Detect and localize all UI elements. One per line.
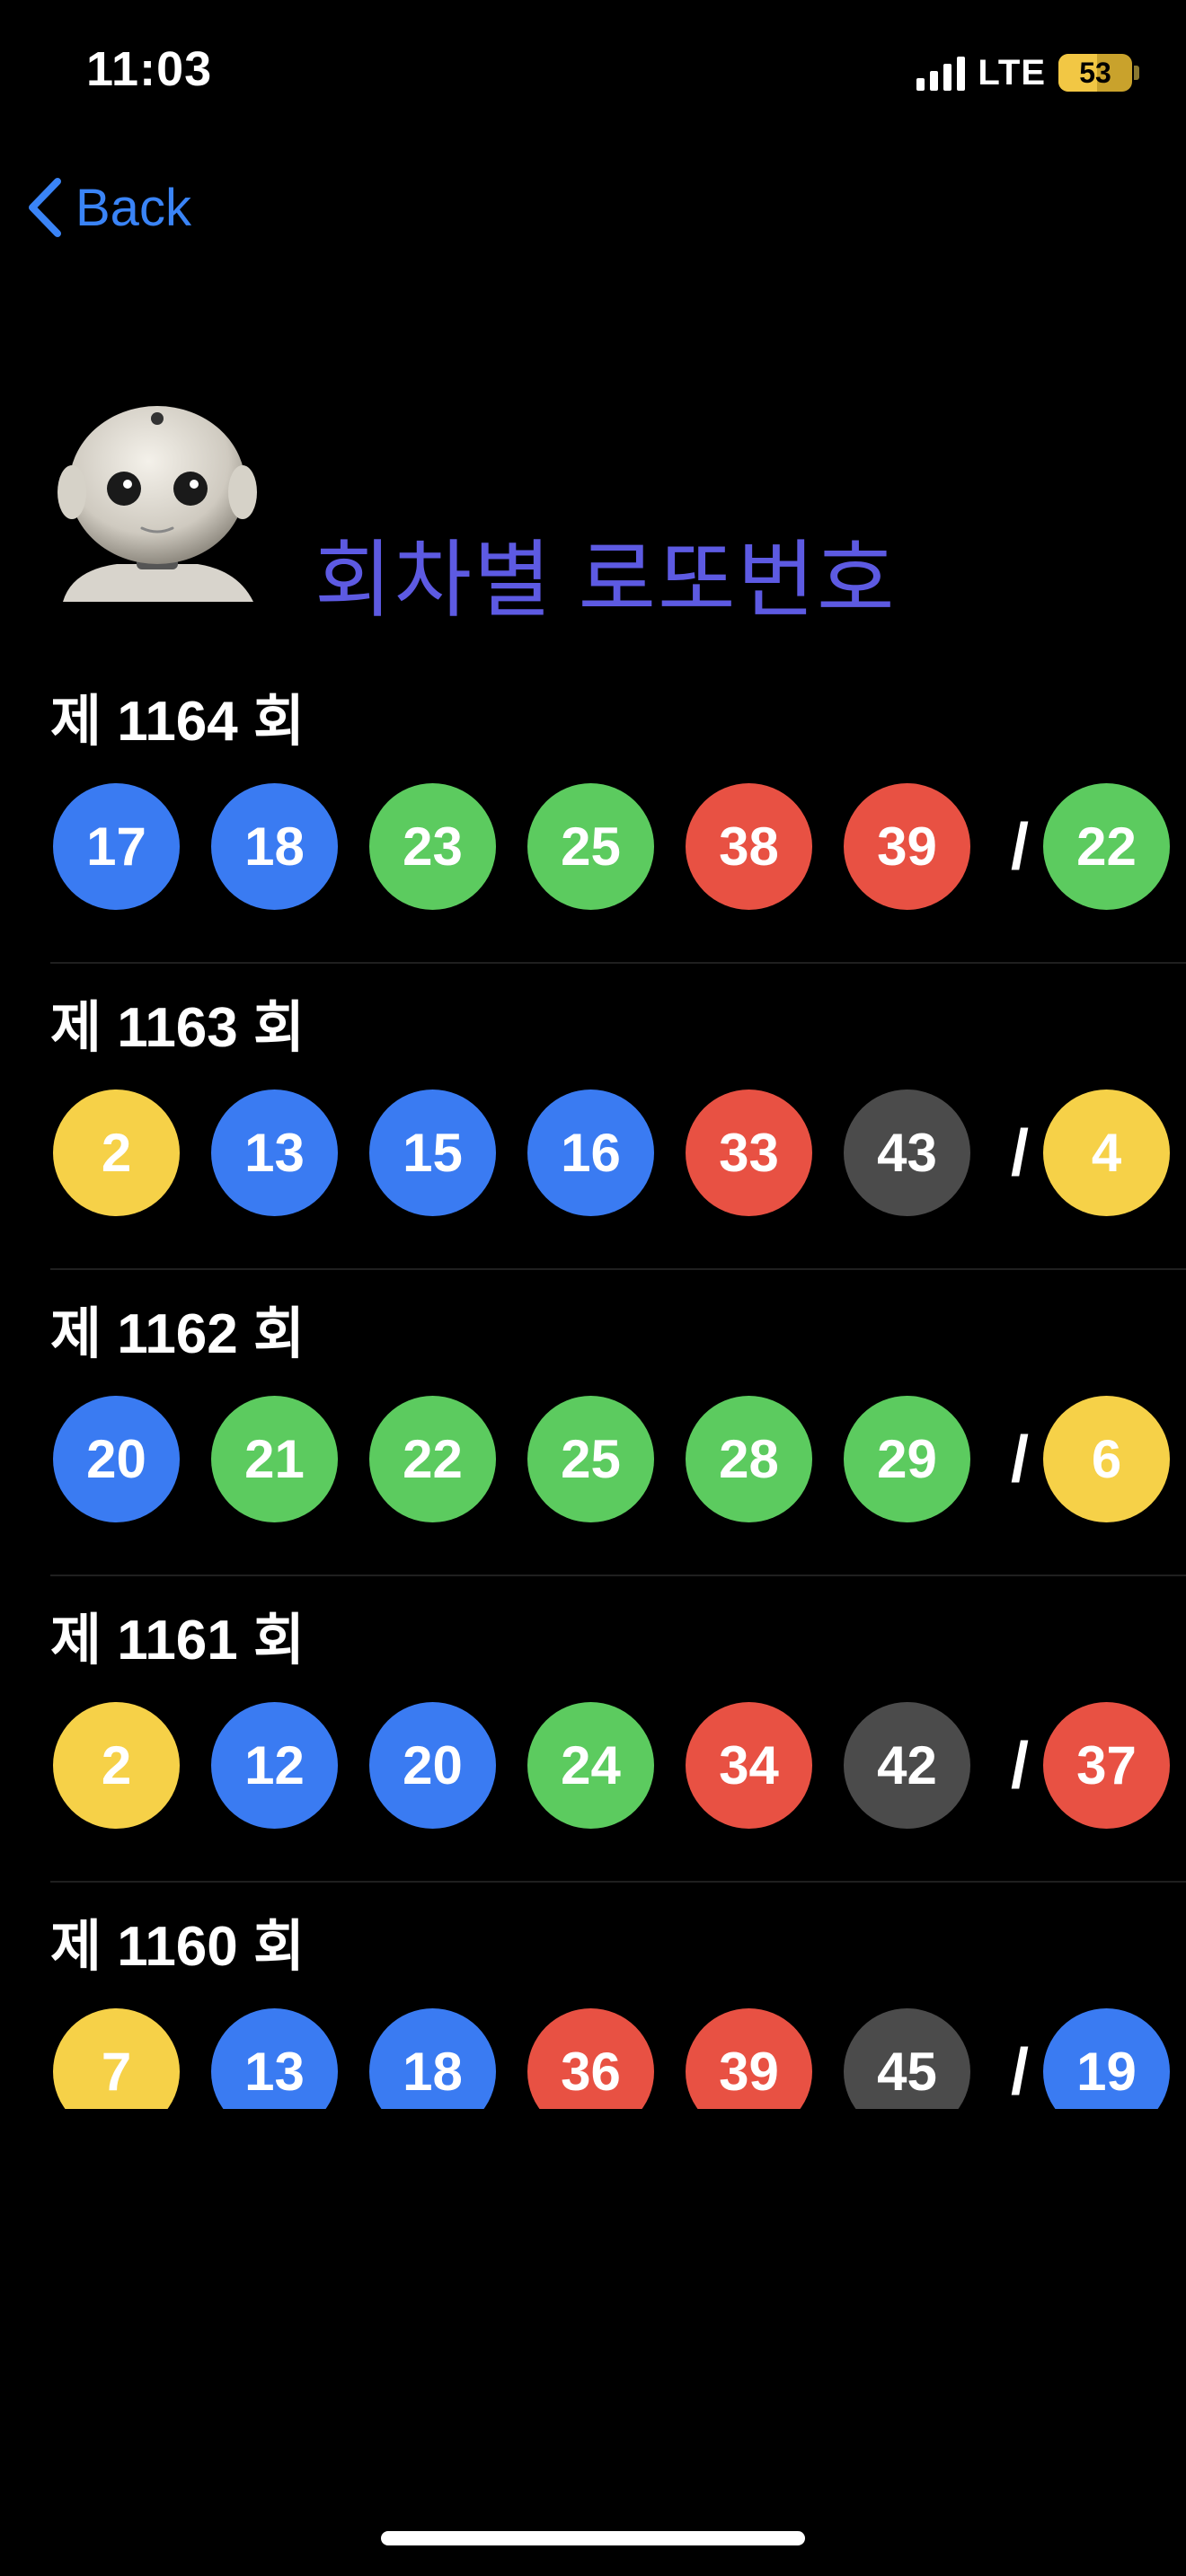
number-row: 2 12 20 24 34 42 /37 [53,1702,1171,1829]
number-row: 2 13 15 16 33 43 /4 [53,1090,1171,1216]
bonus-separator: / [1011,1423,1030,1495]
lotto-ball: 7 [53,2008,180,2109]
lotto-ball: 38 [686,783,812,910]
lotto-ball: 33 [686,1090,812,1216]
draw-item: 제 1163 회 2 13 15 16 33 43 /4 [50,964,1186,1270]
status-time: 11:03 [86,42,213,96]
lotto-ball: 34 [686,1702,812,1829]
lotto-ball: 22 [369,1396,496,1522]
lotto-ball: 23 [369,783,496,910]
robot-avatar [58,406,257,602]
draw-title: 제 1162 회 [50,1303,305,1365]
lotto-ball: 2 [53,1090,180,1216]
lotto-ball: 36 [527,2008,654,2109]
draw-title: 제 1161 회 [50,1610,305,1672]
status-bar: 11:03 LTE 53 [0,0,1186,144]
number-row: 17 18 23 25 38 39 /22 [53,783,1171,910]
cellular-signal-icon [916,55,966,91]
bonus-ball: 19 [1043,2008,1171,2109]
battery-level: 53 [1079,56,1111,89]
lotto-ball: 25 [527,783,654,910]
lotto-ball: 21 [211,1396,338,1522]
draw-list[interactable]: 제 1164 회 17 18 23 25 38 39/22 제 1163 회 2 13 15 16 33… [50,657,1186,2109]
lotto-ball: 45 [844,2008,970,2109]
network-type: LTE [978,52,1046,93]
lotto-ball: 25 [527,1396,654,1522]
lotto-ball: 24 [527,1702,654,1829]
status-indicators: LTE 53 [916,50,1139,95]
number-row: 20 21 22 25 28 29 /6 [53,1396,1171,1522]
chevron-left-icon [29,178,61,237]
lotto-ball: 39 [686,2008,812,2109]
draw-item: 제 1164 회 17 18 23 25 38 39 /22 [50,657,1186,964]
lotto-ball: 2 [53,1702,180,1829]
draw-item: 제 1162 회 20 21 22 25 28 29 /6 [50,1270,1186,1576]
number-row: 7 13 18 36 39 45 /19 [53,2008,1171,2109]
bonus-separator: / [1011,1116,1030,1189]
lotto-ball: 20 [53,1396,180,1522]
bonus-separator: / [1011,2035,1030,2108]
draw-item: 제 1160 회 7 13 18 36 39 45 /19 [50,1883,1186,2109]
lotto-ball: 18 [211,783,338,910]
lotto-ball: 29 [844,1396,970,1522]
draw-title: 제 1163 회 [50,997,305,1059]
lotto-ball: 20 [369,1702,496,1829]
lotto-ball: 18 [369,2008,496,2109]
battery-icon: 53 [1058,54,1132,92]
lotto-ball: 43 [844,1090,970,1216]
back-button[interactable]: Back [25,176,191,239]
draw-title: 제 1164 회 [50,691,305,753]
lotto-ball: 13 [211,1090,338,1216]
bonus-ball: 22 [1043,783,1171,910]
lotto-ball: 17 [53,783,180,910]
draw-item: 제 1161 회 2 12 20 24 34 42 /37 [50,1576,1186,1883]
lotto-ball: 13 [211,2008,338,2109]
page-title: 회차별 로또번호 [314,533,897,627]
bonus-ball: 37 [1043,1702,1171,1829]
bonus-separator: / [1011,1729,1030,1802]
lotto-ball: 42 [844,1702,970,1829]
lotto-ball: 16 [527,1090,654,1216]
lotto-ball: 15 [369,1090,496,1216]
draw-title: 제 1160 회 [50,1916,305,1978]
lotto-ball: 28 [686,1396,812,1522]
battery-cap [1134,66,1139,80]
lotto-ball: 12 [211,1702,338,1829]
home-indicator[interactable] [381,2531,805,2545]
bonus-separator: / [1011,810,1030,883]
bonus-ball: 4 [1043,1090,1171,1216]
bonus-ball: 6 [1043,1396,1171,1522]
page-header: 회차별 로또번호 [54,395,1168,627]
lotto-ball: 39 [844,783,970,910]
back-label: Back [75,178,191,237]
